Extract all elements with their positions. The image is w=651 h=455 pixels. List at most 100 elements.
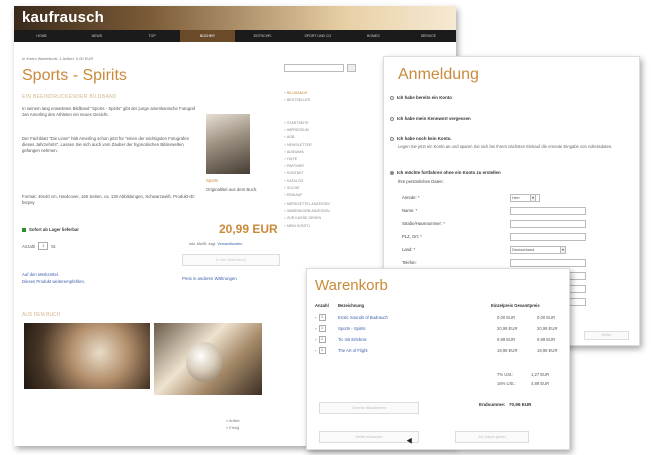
currency-link[interactable]: Preis in anderen Währungen (182, 276, 237, 281)
vat-7-row: 7% USt.: 1,27 EUR (497, 372, 549, 377)
sidebar-account: MERKZETTEL ANZEIGEN WARENKORB ANZEIGEN Z… (284, 201, 330, 230)
radio-icon[interactable] (390, 171, 394, 175)
qty-cell: ▫ 1 (315, 347, 326, 354)
gallery-photo-2[interactable] (154, 323, 262, 395)
quantity-label: Anzahl (22, 243, 36, 249)
item-name[interactable]: The Art of Flight (338, 348, 368, 353)
continue-shopping-button[interactable]: Weiter einkaufen (319, 431, 419, 443)
sidebar-item[interactable]: NEWSLETTER (284, 142, 312, 149)
qty-input[interactable]: 1 (318, 336, 326, 343)
sidebar-item[interactable]: EINKAUF (284, 192, 312, 199)
product-price: 20,99 EUR (219, 222, 278, 236)
quantity-input[interactable]: 1 (38, 242, 49, 250)
sidebar-item[interactable]: HILFE (284, 156, 312, 163)
sidebar-item[interactable]: MEIN KONTO (284, 223, 330, 230)
sidebar-item[interactable]: STARTSEITE (284, 120, 312, 127)
product-description: In seinem lang erwarteten Bildband "Spor… (22, 106, 196, 118)
vat-16-label: 16% USt.: (497, 381, 516, 386)
country-select[interactable]: Deutschland (510, 246, 566, 254)
label-street: Straße/Hausnummer: * (402, 221, 445, 226)
product-image[interactable] (206, 114, 250, 174)
chevron-down-icon[interactable]: ▾ (560, 246, 566, 254)
sidebar-item[interactable]: SUCHE (284, 185, 312, 192)
vat-note: inkl. MwSt. zzgl. Versandkosten (189, 242, 242, 246)
col-header-qty: Anzahl (315, 303, 329, 308)
option-forgot-password[interactable]: Ich habe mein Kennwort vergessen (390, 116, 471, 121)
shipping-link[interactable]: Versandkosten (217, 242, 242, 246)
sidebar-item[interactable]: IMPRESSUM (284, 127, 312, 134)
qty-input[interactable]: 1 (318, 347, 326, 354)
radio-icon[interactable] (390, 137, 394, 141)
zip-city-field[interactable] (510, 233, 586, 241)
row-total: 20,99 EUR (537, 326, 558, 331)
label-salutation: Anrede: * (402, 195, 420, 200)
gallery-photo-1[interactable] (24, 323, 150, 389)
sidebar-item[interactable]: BESTSELLER (284, 97, 310, 104)
helmet-figure (186, 342, 222, 382)
nav-item-service[interactable]: SERVICE (401, 30, 456, 42)
login-title: Anmeldung (398, 66, 479, 83)
sidebar-item[interactable]: KATALOG (284, 178, 312, 185)
qty-input[interactable]: 1 (318, 314, 326, 321)
option-label: Ich möchte fortfahren ohne ein Konto zu … (397, 170, 501, 175)
nav-item-sport[interactable]: SPORT UND CO (290, 30, 345, 42)
nav-item-top[interactable]: TOP (125, 30, 180, 42)
search-button[interactable] (347, 64, 356, 72)
table-row: ▫ 1 The Art of Flight 19,99 EUR 19,99 EUR (315, 347, 563, 355)
table-row: ▫ 1 Sports - Spirits 20,99 EUR 20,99 EUR (315, 325, 563, 333)
site-logo[interactable]: kaufrausch (22, 9, 104, 26)
sidebar-item[interactable]: AGB (284, 134, 312, 141)
unit-price: 9,99 EUR (497, 337, 516, 342)
main-nav: HOME NEWS TOP BÜCHER ZEITSCHR. SPORT UND… (14, 30, 456, 42)
option-no-account[interactable]: Ich habe noch kein Konto. (390, 136, 452, 141)
nav-item-homes[interactable]: HOMES (346, 30, 401, 42)
phone-field[interactable] (510, 259, 586, 267)
sidebar-item[interactable]: ZUR KASSE GEHEN (284, 215, 330, 222)
option-guest-checkout[interactable]: Ich möchte fortfahren ohne ein Konto zu … (390, 170, 501, 175)
cart-status: In Ihrem Warenkorb: 1 Artikel, 0,00 EUR (22, 56, 94, 61)
chevron-down-icon[interactable]: ▾ (530, 194, 536, 202)
search-input[interactable] (284, 64, 344, 72)
sidebar-item[interactable]: PARTNER (284, 163, 312, 170)
header-banner: kaufrausch (14, 6, 456, 30)
cart-window: Warenkorb Anzahl Bezeichnung Einzelpreis… (306, 268, 570, 450)
wishlist-link[interactable]: Auf den Merkzettel. (22, 272, 59, 277)
update-sum-button[interactable]: Summe aktualisieren (319, 402, 419, 414)
product-review: Der Fachblatt "Die Linse" hält Amerling … (22, 136, 189, 154)
qty-input[interactable]: 1 (318, 325, 326, 332)
nav-item-magazines[interactable]: ZEITSCHR. (235, 30, 290, 42)
qty-cell: ▫ 1 (315, 336, 326, 343)
product-category: Sports (206, 178, 219, 183)
sidebar-item[interactable]: KONTAKT (284, 170, 312, 177)
add-to-cart-button[interactable]: In den Warenkorb (182, 254, 280, 266)
sidebar-item[interactable]: BILDBÄNDE (284, 90, 310, 97)
sidebar-item[interactable]: MERKZETTEL ANZEIGEN (284, 201, 330, 208)
item-name[interactable]: Sports - Spirits (338, 326, 365, 331)
nav-item-books[interactable]: BÜCHER (179, 30, 235, 42)
street-field[interactable] (510, 220, 586, 228)
continue-button[interactable]: Weiter (584, 331, 629, 340)
total-label: Endsumme: (479, 402, 506, 407)
nav-item-home[interactable]: HOME (14, 30, 69, 42)
table-row: ▫ 1 Erotic Sounds of Budrauch 0,00 EUR 0,… (315, 314, 563, 322)
gallery-heading: AUS DEM BUCH (22, 312, 61, 318)
table-row: ▫ 1 Tic mit Erlebnis 9,99 EUR 9,99 EUR (315, 336, 563, 344)
name-field[interactable] (510, 207, 586, 215)
sidebar-item[interactable]: WARENKORB ANZEIGEN (284, 208, 330, 215)
recommend-link[interactable]: Dieses Produkt weiterempfehlen. (22, 279, 85, 284)
option-has-account[interactable]: Ich habe bereits ein Konto (390, 95, 452, 100)
col-header-price: Einzelpreis Gesamtpreis (491, 303, 540, 308)
checkout-button[interactable]: Zur Kasse gehen (455, 431, 529, 443)
legend: » Artikel » Erfolg (226, 418, 240, 432)
unit-price: 20,99 EUR (497, 326, 518, 331)
radio-icon[interactable] (390, 117, 394, 121)
nav-item-news[interactable]: NEWS (69, 30, 124, 42)
item-name[interactable]: Tic mit Erlebnis (338, 337, 366, 342)
cart-title: Warenkorb (315, 277, 388, 294)
sidebar-item[interactable]: AUSWAHL (284, 149, 312, 156)
radio-icon[interactable] (390, 96, 394, 100)
sidebar-categories: BILDBÄNDE BESTSELLER (284, 90, 310, 104)
sidebar-links: STARTSEITE IMPRESSUM AGB NEWSLETTER AUSW… (284, 120, 312, 199)
item-name[interactable]: Erotic Sounds of Budrauch (338, 315, 388, 320)
stock-status: Sofort ab Lager lieferbar (22, 227, 79, 232)
